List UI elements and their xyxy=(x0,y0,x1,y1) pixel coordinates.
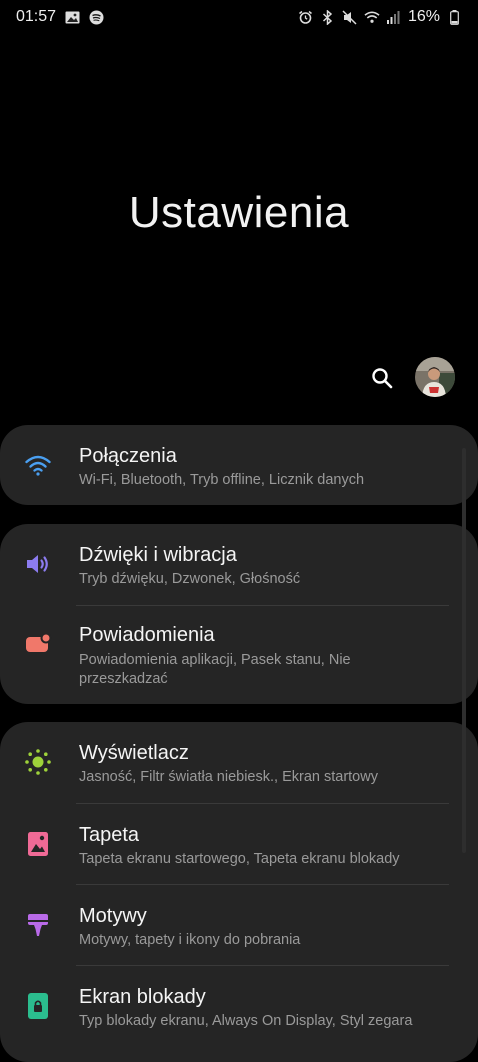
signal-icon xyxy=(386,9,402,25)
settings-group-sound-notifications: Dźwięki i wibracja Tryb dźwięku, Dzwonek… xyxy=(0,524,478,704)
settings-item-title: Dźwięki i wibracja xyxy=(79,544,237,566)
settings-item-subtitle: Motywy, tapety i ikony do pobrania xyxy=(79,932,301,948)
bluetooth-icon xyxy=(320,9,336,25)
search-button[interactable] xyxy=(366,362,398,394)
settings-item-subtitle: Powiadomienia aplikacji, Pasek stanu, Ni… xyxy=(79,652,351,687)
mute-icon xyxy=(342,9,358,25)
settings-item-subtitle: Tapeta ekranu startowego, Tapeta ekranu … xyxy=(79,851,400,867)
profile-avatar[interactable] xyxy=(415,357,455,397)
settings-group-connections: Połączenia Wi-Fi, Bluetooth, Tryb offlin… xyxy=(0,425,478,505)
settings-item-notifications[interactable]: Powiadomienia Powiadomienia aplikacji, P… xyxy=(0,606,478,704)
wifi-icon xyxy=(22,449,54,481)
settings-item-subtitle: Typ blokady ekranu, Always On Display, S… xyxy=(79,1013,413,1029)
battery-icon xyxy=(446,9,462,25)
settings-item-sounds[interactable]: Dźwięki i wibracja Tryb dźwięku, Dzwonek… xyxy=(0,524,478,605)
themes-icon xyxy=(22,909,54,941)
brightness-icon xyxy=(22,746,54,778)
scrollbar[interactable] xyxy=(462,448,466,853)
wifi-status-icon xyxy=(364,9,380,25)
settings-item-display[interactable]: Wyświetlacz Jasność, Filtr światła niebi… xyxy=(0,722,478,803)
settings-item-subtitle: Jasność, Filtr światła niebiesk., Ekran … xyxy=(79,769,378,785)
status-time: 01:57 xyxy=(16,8,57,25)
spotify-icon xyxy=(88,9,104,25)
settings-item-title: Powiadomienia xyxy=(79,624,215,646)
lock-screen-icon xyxy=(22,990,54,1022)
page-title: Ustawienia xyxy=(128,188,350,237)
volume-icon xyxy=(22,548,54,580)
wallpaper-icon xyxy=(22,828,54,860)
gallery-notification-icon xyxy=(64,9,80,25)
settings-item-connections[interactable]: Połączenia Wi-Fi, Bluetooth, Tryb offlin… xyxy=(0,425,478,505)
settings-item-title: Ekran blokady xyxy=(79,986,206,1008)
settings-item-wallpaper[interactable]: Tapeta Tapeta ekranu startowego, Tapeta … xyxy=(0,804,478,884)
settings-item-title: Wyświetlacz xyxy=(79,742,189,764)
search-icon xyxy=(372,368,393,389)
settings-item-title: Motywy xyxy=(79,905,147,927)
status-bar: 01:57 16% xyxy=(0,0,478,36)
alarm-icon xyxy=(298,9,314,25)
notification-icon xyxy=(22,628,54,660)
settings-item-title: Tapeta xyxy=(79,824,140,846)
settings-item-subtitle: Wi-Fi, Bluetooth, Tryb offline, Licznik … xyxy=(79,472,365,488)
settings-group-display: Wyświetlacz Jasność, Filtr światła niebi… xyxy=(0,722,478,1062)
settings-item-themes[interactable]: Motywy Motywy, tapety i ikony do pobrani… xyxy=(0,885,478,965)
settings-item-title: Połączenia xyxy=(79,445,177,467)
settings-item-subtitle: Tryb dźwięku, Dzwonek, Głośność xyxy=(79,571,301,587)
settings-item-lock-screen[interactable]: Ekran blokady Typ blokady ekranu, Always… xyxy=(0,966,478,1046)
battery-percent: 16% xyxy=(407,8,440,25)
